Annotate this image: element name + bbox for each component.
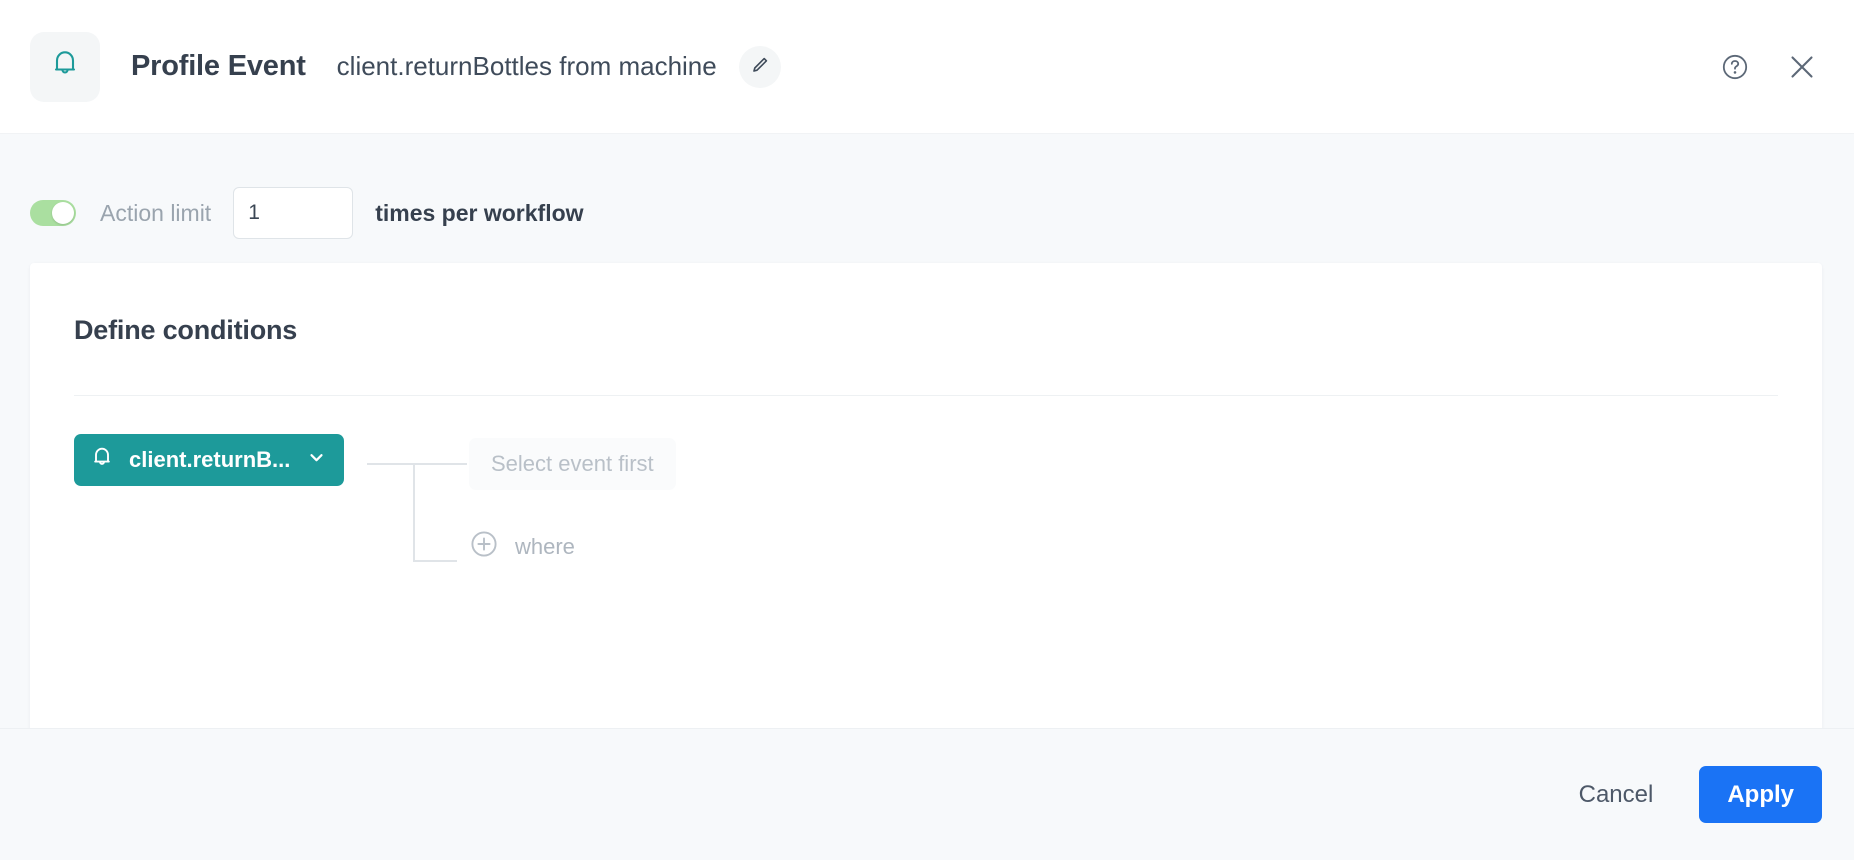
cancel-button[interactable]: Cancel — [1561, 767, 1672, 823]
add-where-condition[interactable]: where — [470, 530, 575, 563]
condition-builder: client.returnB... Select event first whe… — [30, 396, 1822, 636]
event-name: client.returnBottles from machine — [336, 51, 717, 81]
profile-event-modal: Profile Event client.returnBottles from … — [0, 0, 1854, 860]
pencil-icon — [751, 56, 769, 77]
action-limit-input[interactable] — [233, 187, 354, 239]
close-icon — [1786, 51, 1818, 83]
event-selector-chip[interactable]: client.returnB... — [74, 434, 345, 486]
property-placeholder-chip[interactable]: Select event first — [469, 438, 676, 490]
close-button[interactable] — [1786, 51, 1818, 83]
action-limit-toggle[interactable] — [30, 200, 76, 226]
bell-icon — [52, 49, 78, 84]
modal-header: Profile Event client.returnBottles from … — [0, 0, 1854, 134]
conditions-card: Define conditions client.returnB... Sele… — [30, 263, 1822, 728]
help-button[interactable] — [1720, 52, 1750, 82]
header-title-group: Profile Event client.returnBottles from … — [131, 45, 781, 88]
plus-circle-icon — [470, 530, 498, 563]
modal-body: Action limit times per workflow Define c… — [0, 134, 1854, 728]
connector-line-horizontal-top — [367, 463, 467, 465]
header-actions — [1720, 51, 1818, 83]
edit-name-button[interactable] — [738, 45, 781, 88]
action-limit-suffix: times per workflow — [375, 199, 584, 226]
connector-line-horizontal-bottom — [413, 560, 457, 562]
page-title: Profile Event — [131, 50, 306, 82]
bell-icon — [92, 446, 112, 475]
action-limit-label: Action limit — [100, 199, 212, 226]
action-limit-row: Action limit times per workflow — [0, 134, 1854, 254]
where-label: where — [515, 533, 575, 559]
modal-footer: Cancel Apply — [0, 728, 1854, 860]
property-placeholder-label: Select event first — [491, 451, 654, 476]
apply-button[interactable]: Apply — [1699, 766, 1822, 823]
conditions-title: Define conditions — [74, 315, 298, 345]
event-chip-label: client.returnB... — [129, 447, 291, 472]
toggle-knob — [52, 202, 74, 224]
chevron-down-icon — [307, 447, 326, 473]
connector-line-vertical — [413, 463, 415, 562]
help-circle-icon — [1720, 52, 1750, 82]
event-type-icon-tile — [30, 31, 100, 102]
